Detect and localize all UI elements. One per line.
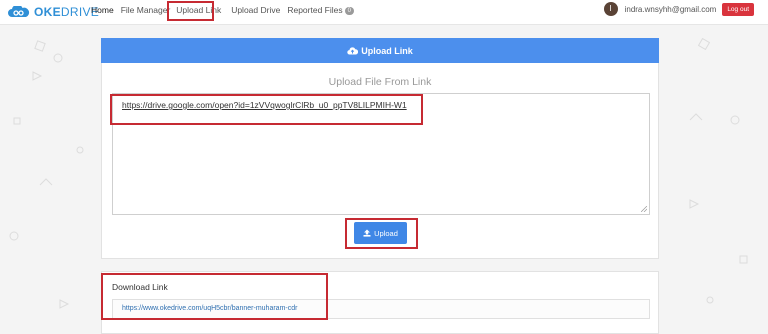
nav-file-manager[interactable]: File Manager	[121, 5, 171, 15]
highlight-upload-button	[345, 218, 418, 249]
user-email: indra.wnsyhh@gmail.com	[624, 4, 717, 14]
cloud-upload-icon	[347, 47, 359, 55]
upload-card-header: Upload Link	[101, 38, 659, 63]
nav-reported-files[interactable]: Reported Files 0	[287, 5, 354, 15]
highlight-download-link	[101, 273, 328, 320]
reported-count-badge: 0	[344, 7, 354, 15]
nav-home[interactable]: Home	[91, 5, 114, 15]
cloud-logo-icon	[8, 6, 30, 17]
highlight-link-input	[110, 94, 423, 125]
main-nav: Home File Manager Upload Link Upload Dri…	[91, 5, 354, 15]
nav-reported-files-label: Reported Files	[287, 5, 343, 15]
brand-name-part1: OKE	[34, 5, 61, 19]
brand-logo[interactable]: OKEDRIVE	[7, 4, 99, 20]
highlight-upload-link-nav	[167, 1, 214, 21]
upload-card-title: Upload Link	[361, 45, 413, 56]
top-navbar: OKEDRIVE Home File Manager Upload Link U…	[0, 0, 768, 25]
logout-button[interactable]: Log out	[722, 2, 754, 16]
upload-subtitle: Upload File From Link	[328, 76, 432, 88]
avatar[interactable]: I	[603, 2, 618, 16]
nav-upload-drive[interactable]: Upload Drive	[231, 5, 280, 15]
resize-grip-icon[interactable]	[641, 206, 647, 212]
user-area: I indra.wnsyhh@gmail.com Log out	[603, 2, 754, 16]
